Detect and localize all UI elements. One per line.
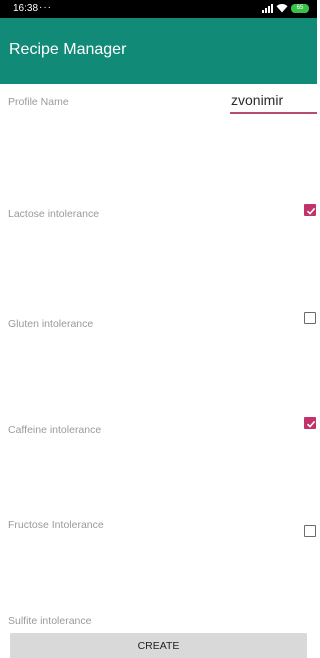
caffeine-intolerance-label: Caffeine intolerance bbox=[8, 424, 102, 436]
caffeine-intolerance-checkbox[interactable] bbox=[304, 417, 316, 429]
app-bar: Recipe Manager bbox=[0, 18, 317, 84]
signal-icon bbox=[262, 3, 273, 13]
create-button[interactable]: CREATE bbox=[10, 633, 307, 658]
status-time: 16:38 bbox=[13, 3, 39, 14]
fructose-intolerance-label: Fructose Intolerance bbox=[8, 519, 104, 531]
check-icon bbox=[306, 207, 316, 215]
status-bar: 16:38 ··· 65 bbox=[0, 0, 317, 18]
wifi-icon bbox=[276, 4, 288, 13]
profile-name-input[interactable] bbox=[230, 88, 317, 114]
status-icons: 65 bbox=[262, 3, 309, 13]
gluten-intolerance-label: Gluten intolerance bbox=[8, 318, 94, 330]
sulfite-intolerance-label: Sulfite intolerance bbox=[8, 615, 92, 627]
fructose-intolerance-checkbox[interactable] bbox=[304, 525, 316, 537]
profile-name-label: Profile Name bbox=[8, 96, 69, 108]
notification-dots: ··· bbox=[39, 2, 52, 13]
lactose-intolerance-label: Lactose intolerance bbox=[8, 208, 100, 220]
check-icon bbox=[306, 420, 316, 428]
lactose-intolerance-checkbox[interactable] bbox=[304, 204, 316, 216]
battery-icon: 65 bbox=[291, 3, 309, 13]
app-title: Recipe Manager bbox=[9, 41, 127, 58]
gluten-intolerance-checkbox[interactable] bbox=[304, 312, 316, 324]
